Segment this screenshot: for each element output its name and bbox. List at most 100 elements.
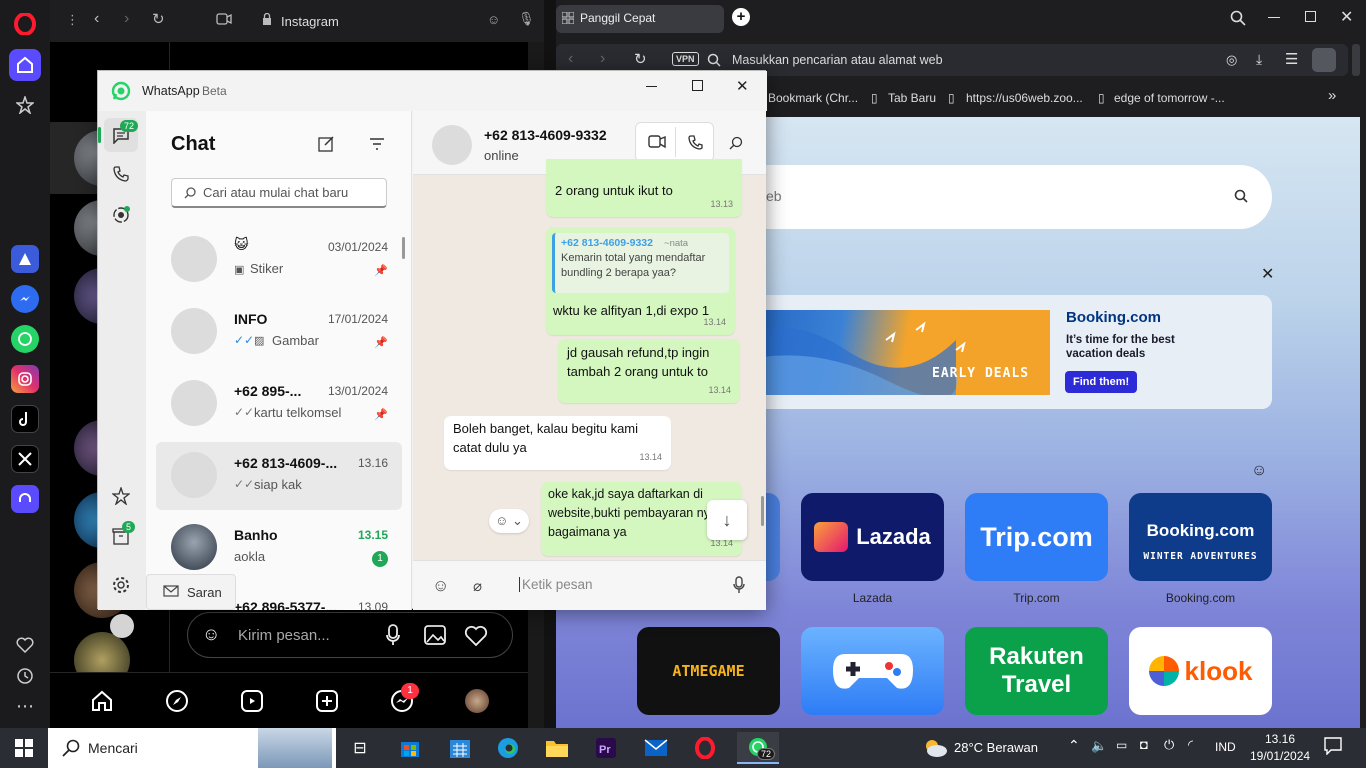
tiktok-icon[interactable] <box>11 405 39 433</box>
premiere-icon[interactable]: Pr <box>590 732 622 764</box>
search-icon[interactable] <box>729 136 743 150</box>
vpn-badge[interactable]: VPN <box>672 52 699 66</box>
camera-icon[interactable]: ◎ <box>1226 52 1237 68</box>
maximize-button[interactable] <box>692 80 703 91</box>
message-bubble-incoming[interactable]: Boleh banget, kalau begitu kami catat du… <box>444 416 671 470</box>
music-player-icon[interactable] <box>11 485 39 513</box>
clock-date[interactable]: 19/01/2024 <box>1250 749 1310 763</box>
message-bubble-outgoing[interactable]: 2 orang untuk ikut to 13.13 <box>546 159 742 217</box>
bookmark-item[interactable]: https://us06web.zoo... <box>966 91 1083 105</box>
speed-dial-tile-booking[interactable]: Booking.com WINTER ADVENTURES <box>1129 493 1272 581</box>
home-icon[interactable] <box>90 689 114 713</box>
quoted-message[interactable]: +62 813-4609-9332 ~nata Kemarin total ya… <box>552 233 729 293</box>
close-button[interactable]: ✕ <box>736 77 749 95</box>
bookmark-item[interactable]: Tab Baru <box>888 91 936 105</box>
speed-dial-tile-lazada[interactable]: Lazada <box>801 493 944 581</box>
scrollbar[interactable] <box>402 237 405 259</box>
message-input[interactable]: Ketik pesan <box>519 577 593 592</box>
chat-list-item-selected[interactable]: +62 813-4609-... 13.16 ✓✓ siap kak <box>156 442 402 510</box>
scroll-down-button[interactable]: ↓ <box>707 500 747 540</box>
chat-list-item[interactable]: 😺 03/01/2024 ▣ Stiker 📌 <box>156 226 402 294</box>
minimize-button[interactable] <box>1268 17 1280 18</box>
speed-dial-tile-atmegame[interactable]: ATMEGAME <box>637 627 780 715</box>
mail-icon[interactable] <box>640 732 672 764</box>
volume-icon[interactable]: 🔈 <box>1091 738 1107 754</box>
opera-icon[interactable] <box>689 732 721 764</box>
react-emoji-button[interactable]: ☺ ⌄ <box>489 509 529 533</box>
sidebar-toggle[interactable] <box>1352 44 1360 76</box>
message-bubble-outgoing[interactable]: +62 813-4609-9332 ~nata Kemarin total ya… <box>546 227 735 335</box>
feedback-button[interactable]: Saran <box>146 574 236 610</box>
phone-icon[interactable] <box>113 166 129 182</box>
opera-logo-icon[interactable] <box>9 8 41 40</box>
emoji-icon[interactable]: ☺ <box>487 12 500 27</box>
status-icon[interactable] <box>112 206 130 224</box>
voice-call-icon[interactable] <box>688 135 703 150</box>
mic-icon[interactable] <box>733 576 745 594</box>
instagram-icon[interactable] <box>11 365 39 393</box>
wifi-icon[interactable]: ◜ <box>1188 737 1193 753</box>
speed-dial-tile-rakuten[interactable]: Rakuten Travel <box>965 627 1108 715</box>
bookmark-item[interactable]: edge of tomorrow -... <box>1114 91 1225 105</box>
explore-icon[interactable] <box>165 689 189 713</box>
search-field[interactable]: Cari atau mulai chat baru <box>171 178 387 208</box>
ig-message-input[interactable]: Kirim pesan... <box>238 627 330 644</box>
create-icon[interactable] <box>315 689 339 713</box>
search-icon[interactable] <box>1230 10 1246 26</box>
forward-icon[interactable]: › <box>600 50 605 68</box>
notification-icon[interactable] <box>1324 737 1342 755</box>
close-ad-icon[interactable]: ✕ <box>1261 264 1274 284</box>
power-plug-icon[interactable]: ⏻ <box>1164 737 1174 753</box>
booking-ad[interactable]: EARLY DEALS Booking.com It’s time for th… <box>726 295 1272 409</box>
edge-icon[interactable] <box>492 732 524 764</box>
new-tab-button[interactable]: + <box>732 8 750 26</box>
emoji-icon[interactable]: ☺ <box>202 624 220 645</box>
address-input[interactable]: Masukkan pencarian atau alamat web <box>732 53 943 67</box>
calendar-icon[interactable] <box>444 732 476 764</box>
x-icon[interactable] <box>11 445 39 473</box>
emoji-icon[interactable]: ☺ <box>1251 462 1267 480</box>
search-icon[interactable] <box>1234 189 1248 203</box>
settings-gear-icon[interactable] <box>112 576 130 594</box>
scrollbar[interactable] <box>761 496 764 526</box>
battery-icon[interactable]: ▭ <box>1116 738 1127 752</box>
more-icon[interactable]: ⋯ <box>9 690 41 722</box>
profile-avatar[interactable] <box>110 614 134 638</box>
speed-dial-tile-games[interactable] <box>801 627 944 715</box>
tray-chevron-icon[interactable]: ⌃ <box>1068 737 1080 754</box>
chat-list-item[interactable]: INFO 17/01/2024 ✓✓ ▨ Gambar 📌 <box>156 298 402 366</box>
clock-time[interactable]: 13.16 <box>1265 732 1295 746</box>
chat-list-item[interactable]: +62 895-... 13/01/2024 ✓✓ kartu telkomse… <box>156 370 402 438</box>
ig-message-box[interactable]: ☺ Kirim pesan... <box>187 612 513 658</box>
settings-sliders-icon[interactable]: ☰ <box>1285 50 1298 68</box>
bookmark-item[interactable]: Bookmark (Chr... <box>768 91 858 105</box>
speed-dial-tile-trip[interactable]: Trip.com <box>965 493 1108 581</box>
filter-icon[interactable] <box>369 138 385 150</box>
home-icon[interactable] <box>9 49 41 81</box>
search-input[interactable]: eb <box>766 188 782 204</box>
close-button[interactable]: ✕ <box>1340 7 1353 27</box>
search-input[interactable]: Cari atau mulai chat baru <box>203 185 348 200</box>
back-icon[interactable]: ‹ <box>94 10 99 28</box>
bookmarks-overflow-icon[interactable]: » <box>1328 87 1336 104</box>
new-chat-icon[interactable] <box>318 135 335 152</box>
profile-avatar[interactable] <box>465 689 489 713</box>
contact-avatar[interactable] <box>432 125 472 165</box>
speed-dial-search[interactable]: eb <box>726 165 1272 229</box>
taskbar-search[interactable]: Mencari <box>48 728 336 768</box>
mic-icon[interactable]: 🎙 <box>518 11 535 27</box>
camera-icon[interactable]: ◘ <box>1140 737 1148 752</box>
aria-icon[interactable] <box>11 245 39 273</box>
speed-dial-tile-klook[interactable]: klook <box>1129 627 1272 715</box>
video-call-icon[interactable] <box>648 135 666 149</box>
language-indicator[interactable]: IND <box>1215 740 1236 754</box>
history-icon[interactable] <box>9 660 41 692</box>
star-icon[interactable] <box>9 89 41 121</box>
profile-icon[interactable] <box>1312 48 1336 72</box>
minimize-button[interactable] <box>646 86 657 87</box>
image-icon[interactable] <box>424 625 446 645</box>
back-icon[interactable]: ‹ <box>568 50 573 68</box>
menu-dots-icon[interactable]: ⋮ <box>66 12 79 28</box>
emoji-icon[interactable]: ☺ <box>432 576 449 596</box>
forward-icon[interactable]: › <box>124 10 129 28</box>
